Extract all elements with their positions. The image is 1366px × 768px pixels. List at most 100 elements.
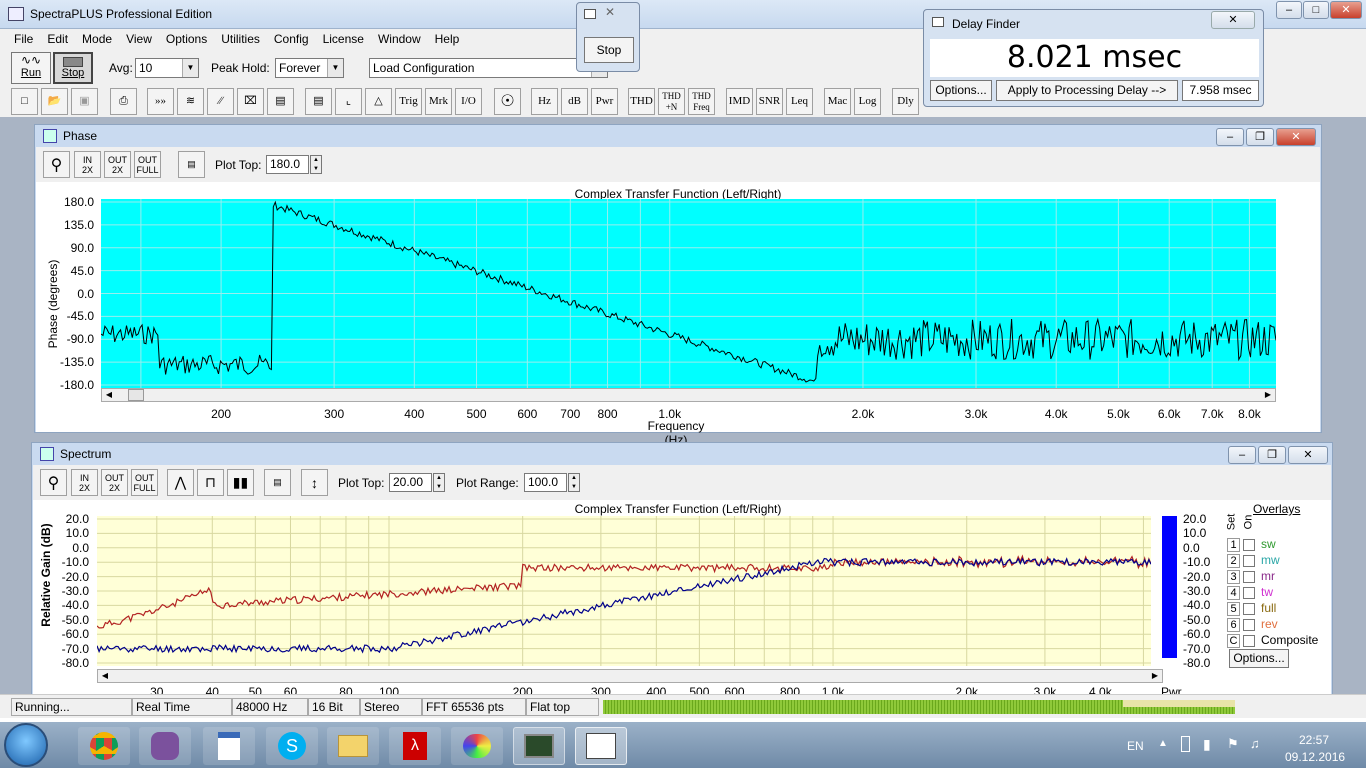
overlay-item-full[interactable]: 5 full bbox=[1227, 601, 1276, 617]
overlay-icon[interactable]: ≋ bbox=[177, 88, 204, 115]
document-icon[interactable] bbox=[203, 727, 255, 765]
zoom-out-full-icon[interactable]: OUT FULL bbox=[131, 469, 158, 496]
line-graph-icon[interactable]: ⋀ bbox=[167, 469, 194, 496]
clock-date[interactable]: 09.12.2016 bbox=[1285, 750, 1345, 764]
overlays-options-button[interactable]: Options... bbox=[1229, 649, 1289, 668]
minimize-button[interactable]: – bbox=[1276, 1, 1302, 19]
bar-graph-icon[interactable]: ▮▮ bbox=[227, 469, 254, 496]
io-button[interactable]: I/O bbox=[455, 88, 482, 115]
scroll-left-icon[interactable]: ◀ bbox=[98, 670, 112, 682]
imd-button[interactable]: IMD bbox=[726, 88, 753, 115]
overlay-on-checkbox[interactable] bbox=[1243, 618, 1255, 631]
zoom-in-2x-icon[interactable]: IN 2X bbox=[71, 469, 98, 496]
menu-options[interactable]: Options bbox=[159, 29, 214, 46]
mrk-button[interactable]: Mrk bbox=[425, 88, 452, 115]
scope-icon[interactable]: ▤ bbox=[305, 88, 332, 115]
start-button[interactable] bbox=[4, 723, 48, 767]
pwr-button[interactable]: Pwr bbox=[591, 88, 618, 115]
battery-icon[interactable] bbox=[1181, 736, 1190, 752]
snr-button[interactable]: SNR bbox=[756, 88, 783, 115]
menu-license[interactable]: License bbox=[316, 29, 371, 46]
print-icon[interactable]: ⎙ bbox=[110, 88, 137, 115]
menu-utilities[interactable]: Utilities bbox=[214, 29, 267, 46]
scroll-thumb[interactable] bbox=[128, 389, 144, 401]
volume-icon[interactable]: ♫ bbox=[1250, 736, 1260, 751]
overlay-item-sw[interactable]: 1 sw bbox=[1227, 537, 1276, 553]
overlay-item-mr[interactable]: 3 mr bbox=[1227, 569, 1275, 585]
dly-button[interactable]: Dly bbox=[892, 88, 919, 115]
hz-button[interactable]: Hz bbox=[531, 88, 558, 115]
mac-button[interactable]: Mac bbox=[824, 88, 851, 115]
spectrum-close-button[interactable]: ✕ bbox=[1288, 446, 1328, 464]
thd-n-button[interactable]: THD +N bbox=[658, 88, 685, 115]
delay-finder-close-button[interactable]: ✕ bbox=[1211, 11, 1255, 29]
thd-button[interactable]: THD bbox=[628, 88, 655, 115]
auto-scale-icon[interactable]: ↕ bbox=[301, 469, 328, 496]
scroll-right-icon[interactable]: ▶ bbox=[1148, 670, 1162, 682]
overlay-on-checkbox[interactable] bbox=[1243, 570, 1255, 583]
menu-edit[interactable]: Edit bbox=[40, 29, 75, 46]
plot-range-input[interactable]: 100.0 bbox=[524, 473, 567, 492]
zoom-out-2x-icon[interactable]: OUT 2X bbox=[104, 151, 131, 178]
zoom-icon[interactable]: ⚲ bbox=[40, 469, 67, 496]
overlay-set-button[interactable]: 4 bbox=[1227, 585, 1240, 600]
thd-freq-button[interactable]: THD Freq bbox=[688, 88, 715, 115]
menu-view[interactable]: View bbox=[119, 29, 159, 46]
menu-config[interactable]: Config bbox=[267, 29, 316, 46]
axis-icon[interactable]: ⌞ bbox=[335, 88, 362, 115]
menu-window[interactable]: Window bbox=[371, 29, 428, 46]
phase-close-button[interactable]: ✕ bbox=[1276, 128, 1316, 146]
phase-restore-button[interactable]: ❐ bbox=[1246, 128, 1274, 146]
menu-mode[interactable]: Mode bbox=[75, 29, 119, 46]
generator-icon[interactable]: ☉ bbox=[494, 88, 521, 115]
zoom-out-2x-icon[interactable]: OUT 2X bbox=[101, 469, 128, 496]
language-indicator[interactable]: EN bbox=[1127, 739, 1144, 753]
zoom-out-full-icon[interactable]: OUT FULL bbox=[134, 151, 161, 178]
overlay-set-button[interactable]: 5 bbox=[1227, 601, 1240, 616]
viber-icon[interactable] bbox=[139, 727, 191, 765]
overlay-item-tw[interactable]: 4 tw bbox=[1227, 585, 1273, 601]
overlay-set-button[interactable]: 1 bbox=[1227, 537, 1240, 552]
pdf-icon[interactable]: λ bbox=[389, 727, 441, 765]
popup-stop-button[interactable]: Stop bbox=[584, 37, 634, 63]
trigger-mode-icon[interactable]: △ bbox=[365, 88, 392, 115]
properties-icon[interactable]: ▤ bbox=[264, 469, 291, 496]
trig-button[interactable]: Trig bbox=[395, 88, 422, 115]
menu-file[interactable]: File bbox=[0, 29, 40, 46]
fast-forward-icon[interactable]: »» bbox=[147, 88, 174, 115]
apply-delay-button[interactable]: Apply to Processing Delay --> bbox=[996, 80, 1178, 101]
chrome-icon[interactable] bbox=[78, 727, 130, 765]
waterfall-icon[interactable]: ⌧ bbox=[237, 88, 264, 115]
overlay-on-checkbox[interactable] bbox=[1243, 634, 1255, 647]
folder-icon[interactable] bbox=[327, 727, 379, 765]
overlay-on-checkbox[interactable] bbox=[1243, 602, 1255, 615]
tray-up-icon[interactable]: ▲ bbox=[1158, 738, 1168, 749]
spectrogram-icon[interactable]: ▤ bbox=[267, 88, 294, 115]
zoom-in-2x-icon[interactable]: IN 2X bbox=[74, 151, 101, 178]
peak-hold-select[interactable]: Forever ▼ bbox=[275, 58, 344, 78]
open-folder-icon[interactable]: 📂 bbox=[41, 88, 68, 115]
spectraplus-icon[interactable] bbox=[575, 727, 627, 765]
log-button[interactable]: Log bbox=[854, 88, 881, 115]
phase-hscrollbar[interactable]: ◀ ▶ bbox=[101, 388, 1276, 402]
spectrum-restore-button[interactable]: ❐ bbox=[1258, 446, 1286, 464]
stop-button[interactable]: Stop bbox=[53, 52, 93, 84]
overlay-set-button[interactable]: 6 bbox=[1227, 617, 1240, 632]
network-icon[interactable]: ▮ bbox=[1203, 736, 1211, 753]
spectrum-plot-top-input[interactable]: 20.00 bbox=[389, 473, 432, 492]
overlay-set-button[interactable]: C bbox=[1227, 633, 1240, 648]
phase-minimize-button[interactable]: – bbox=[1216, 128, 1244, 146]
scroll-left-icon[interactable]: ◀ bbox=[102, 389, 116, 401]
overlay-item-rev[interactable]: 6 rev bbox=[1227, 617, 1278, 633]
scroll-right-icon[interactable]: ▶ bbox=[1261, 389, 1275, 401]
popup-close-icon[interactable]: ✕ bbox=[605, 5, 615, 19]
avg-select[interactable]: 10 ▼ bbox=[135, 58, 199, 78]
overlay-on-checkbox[interactable] bbox=[1243, 538, 1255, 551]
phase-plot-top-spinner[interactable]: ▲ ▼ bbox=[310, 155, 322, 174]
maximize-button[interactable]: □ bbox=[1303, 1, 1329, 19]
save-icon[interactable]: ▣ bbox=[71, 88, 98, 115]
leq-button[interactable]: Leq bbox=[786, 88, 813, 115]
skype-icon[interactable]: S bbox=[266, 727, 318, 765]
spectrum-hscrollbar[interactable]: ◀ ▶ bbox=[97, 669, 1163, 683]
spectrum-minimize-button[interactable]: – bbox=[1228, 446, 1256, 464]
